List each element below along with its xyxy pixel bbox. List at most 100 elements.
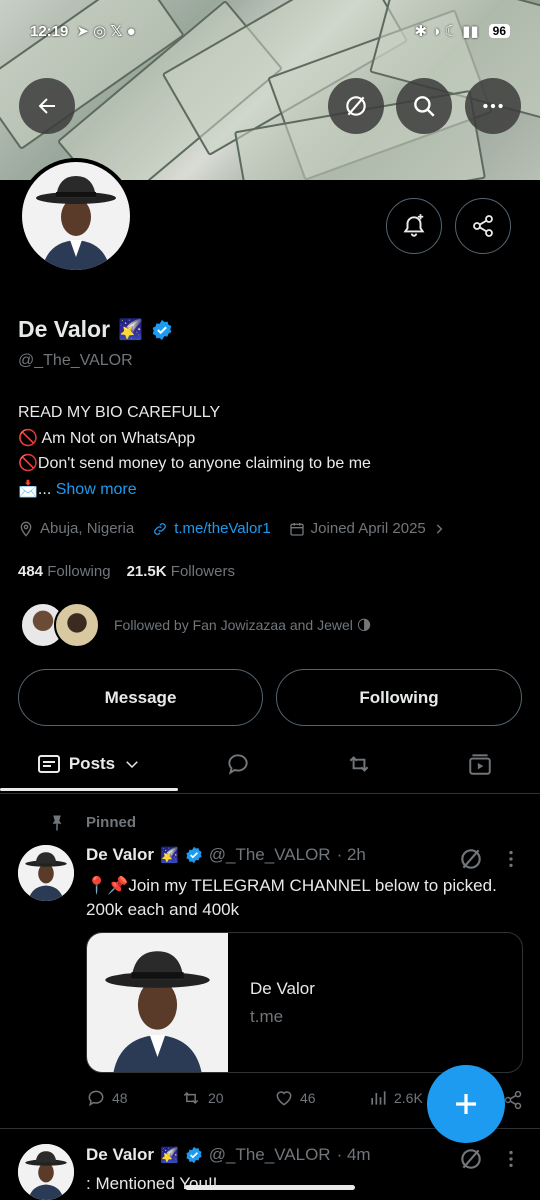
arrow-left-icon: [38, 98, 55, 114]
post-text-line: 📍📌Join my TELEGRAM CHANNEL below to pick…: [86, 876, 497, 895]
shooting-star-emoji-icon: 🌠: [118, 319, 143, 341]
tab-media[interactable]: [442, 738, 518, 790]
pin-icon: [52, 815, 62, 831]
message-button[interactable]: Message: [18, 669, 263, 726]
post-author-name[interactable]: De Valor: [86, 845, 154, 865]
tab-replies[interactable]: [200, 738, 276, 790]
status-bar: 12:19 ➤ ◎ 𝕏 ● ✱ ◑ ☾ ▮▮ 96: [0, 0, 540, 60]
chevron-right-icon: [436, 523, 443, 534]
following-label: Following: [47, 563, 111, 580]
link-preview-card[interactable]: De Valor t.me: [86, 932, 523, 1073]
location-pin-icon: [20, 521, 32, 537]
profile-tabs: Posts: [0, 738, 540, 794]
post-more-icon[interactable]: [500, 1148, 522, 1170]
follower-avatar: [54, 602, 100, 648]
post-timestamp: · 4m: [336, 1145, 371, 1164]
grok-button[interactable]: [328, 78, 384, 134]
profile-name: De Valor 🌠: [18, 316, 173, 343]
joined-item[interactable]: Joined April 2025: [289, 520, 446, 537]
followed-by-text: Followed by Fan Jowizazaa and Jewel 🌗: [114, 616, 372, 633]
more-horizontal-icon: [483, 103, 503, 109]
reply-icon: [88, 1090, 104, 1107]
notify-bell-button[interactable]: [386, 198, 442, 254]
post-author-avatar[interactable]: [18, 1144, 74, 1200]
avatar-illustration: [18, 1144, 74, 1200]
follow-counts: 484 Following 21.5K Followers: [18, 563, 235, 580]
link-preview-image: [87, 933, 228, 1072]
status-notification-icons: ➤ ◎ 𝕏 ●: [76, 23, 136, 40]
bio-line: 📩...: [18, 480, 52, 498]
tab-posts[interactable]: Posts: [0, 738, 178, 791]
plus-icon: [456, 1094, 476, 1114]
views-chart-icon: [371, 1091, 386, 1105]
post-text-line: 200k each and 400k: [86, 900, 240, 919]
post-author-handle: @_The_VALOR: [208, 1145, 331, 1164]
following-button[interactable]: Following: [276, 669, 522, 726]
bell-plus-icon: [403, 214, 425, 237]
bio-line: 🚫 Am Not on WhatsApp: [18, 429, 196, 447]
location-item: Abuja, Nigeria: [18, 520, 134, 537]
calendar-icon: [290, 522, 304, 536]
profile-name-text: De Valor: [18, 316, 111, 342]
verified-badge-icon: [186, 846, 202, 864]
active-tab-indicator: [0, 788, 178, 791]
back-button[interactable]: [19, 78, 75, 134]
post-author-name[interactable]: De Valor: [86, 1145, 154, 1165]
status-time: 12:19: [30, 22, 69, 40]
link-preview-title: De Valor: [250, 979, 315, 998]
reply-button[interactable]: 48: [86, 1088, 180, 1108]
post-more-icon[interactable]: [500, 848, 522, 870]
post-header: De Valor 🌠 @_The_VALOR · 2h: [86, 845, 366, 865]
website-link[interactable]: t.me/theValor1: [174, 520, 270, 537]
posts-icon: [37, 755, 60, 773]
post-actions: 48 20 46 2.6K: [86, 1088, 462, 1108]
repost-button[interactable]: 20: [180, 1088, 274, 1108]
followers-count-link[interactable]: 21.5K Followers: [127, 563, 235, 580]
home-indicator[interactable]: [185, 1185, 355, 1190]
signal-icons: ✱ ◑ ☾ ▮▮: [414, 23, 479, 40]
post-text: : Mentioned You!!: [86, 1174, 218, 1193]
post-author-handle: @_The_VALOR: [208, 845, 331, 864]
following-count: 484: [18, 563, 44, 580]
like-count: 46: [300, 1090, 316, 1106]
share-icon: [473, 215, 493, 237]
verified-badge-icon: [152, 319, 172, 340]
followed-by[interactable]: Followed by Fan Jowizazaa and Jewel 🌗: [20, 602, 371, 648]
compose-post-button[interactable]: [427, 1065, 505, 1143]
avatar-illustration: [18, 845, 74, 901]
chevron-down-icon: [126, 761, 138, 769]
shooting-star-emoji-icon: 🌠: [160, 847, 179, 864]
location-text: Abuja, Nigeria: [40, 520, 135, 537]
post-header: De Valor 🌠 @_The_VALOR · 4m: [86, 1145, 371, 1165]
profile-handle: @_The_VALOR: [18, 352, 133, 369]
link-icon: [154, 522, 167, 535]
view-count: 2.6K: [394, 1090, 423, 1106]
share-button[interactable]: [455, 198, 511, 254]
like-button[interactable]: 46: [274, 1088, 368, 1108]
reply-count: 48: [112, 1090, 128, 1106]
share-icon[interactable]: [503, 1090, 523, 1110]
profile-avatar[interactable]: [18, 158, 134, 274]
grok-icon: [346, 96, 366, 116]
search-button[interactable]: [396, 78, 452, 134]
website-item[interactable]: t.me/theValor1: [152, 520, 271, 537]
following-count-link[interactable]: 484 Following: [18, 563, 111, 580]
avatar-illustration: [87, 933, 228, 1072]
more-options-button[interactable]: [465, 78, 521, 134]
tab-reposts[interactable]: [321, 738, 397, 790]
show-more-link[interactable]: Show more: [56, 481, 137, 498]
media-icon: [469, 754, 491, 775]
avatar-illustration: [22, 162, 130, 270]
repost-icon: [349, 756, 369, 772]
profile-meta: Abuja, Nigeria t.me/theValor1 Joined Apr…: [18, 520, 446, 537]
followers-count: 21.5K: [126, 563, 167, 580]
grok-icon[interactable]: [458, 846, 484, 872]
grok-icon[interactable]: [458, 1146, 484, 1172]
post-author-avatar[interactable]: [18, 845, 74, 901]
search-icon: [414, 96, 435, 117]
profile-bio: READ MY BIO CAREFULLY 🚫 Am Not on WhatsA…: [18, 400, 371, 502]
post-text: 📍📌Join my TELEGRAM CHANNEL below to pick…: [86, 874, 526, 922]
heart-icon: [276, 1091, 292, 1106]
post-timestamp: · 2h: [336, 845, 366, 864]
pinned-label: Pinned: [86, 814, 137, 831]
